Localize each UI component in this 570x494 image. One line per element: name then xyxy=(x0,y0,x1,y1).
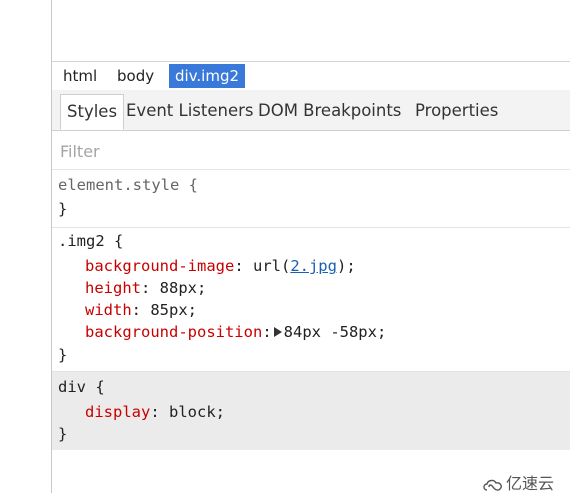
tab-event-listeners[interactable]: Event Listeners xyxy=(120,94,260,128)
property-value[interactable]: 85px; xyxy=(150,301,197,319)
property-value[interactable]: 84px -58px; xyxy=(284,323,387,341)
property-name[interactable]: background-image xyxy=(85,257,234,275)
filter-bar xyxy=(52,131,570,170)
expand-triangle-icon[interactable] xyxy=(273,327,282,337)
property-value[interactable]: url( xyxy=(253,257,290,275)
breadcrumb-div-img2[interactable]: div.img2 xyxy=(169,64,246,88)
rule-selector[interactable]: div { xyxy=(58,376,105,398)
tab-dom-breakpoints[interactable]: DOM Breakpoints xyxy=(252,94,407,128)
property-name[interactable]: background-position xyxy=(85,323,262,341)
sidebar-tabs: Styles Event Listeners DOM Breakpoints P… xyxy=(52,90,570,131)
tab-properties[interactable]: Properties xyxy=(409,94,504,128)
tab-styles[interactable]: Styles xyxy=(60,94,125,130)
property-value[interactable]: block; xyxy=(169,403,225,421)
property-value-suffix: ); xyxy=(336,257,356,275)
breadcrumb-body[interactable]: body xyxy=(111,64,160,88)
watermark: 亿速云 xyxy=(482,470,554,494)
declaration-background-position[interactable]: background-position: 84px -58px; xyxy=(85,321,386,343)
rule-element-style: element.style { } xyxy=(52,170,570,228)
breadcrumb-html[interactable]: html xyxy=(57,64,103,88)
declaration-background-image[interactable]: background-image: url(2.jpg); xyxy=(85,255,356,277)
property-name[interactable]: display xyxy=(85,403,150,421)
rule-img2: .img2 { background-image: url(2.jpg); he… xyxy=(52,228,570,372)
declaration-width[interactable]: width: 85px; xyxy=(85,299,197,321)
rule-selector[interactable]: .img2 { xyxy=(58,230,123,252)
declaration-display[interactable]: display: block; xyxy=(85,401,225,423)
property-name[interactable]: width xyxy=(85,301,132,319)
rule-selector[interactable]: element.style { xyxy=(58,174,198,196)
breadcrumb: html body div.img2 xyxy=(52,61,570,91)
declaration-height[interactable]: height: 88px; xyxy=(85,277,206,299)
devtools-panel: html body div.img2 Styles Event Listener… xyxy=(51,0,570,493)
cloud-logo-icon xyxy=(483,479,502,491)
property-name[interactable]: height xyxy=(85,279,141,297)
rule-div: div { display: block; } xyxy=(52,372,570,450)
watermark-text: 亿速云 xyxy=(506,474,555,493)
property-value[interactable]: 88px; xyxy=(160,279,207,297)
rule-close-brace: } xyxy=(58,200,68,218)
image-url-link[interactable]: 2.jpg xyxy=(290,257,337,275)
rule-close-brace: } xyxy=(58,346,68,364)
rule-close-brace: } xyxy=(58,425,68,443)
filter-input[interactable] xyxy=(58,139,562,163)
